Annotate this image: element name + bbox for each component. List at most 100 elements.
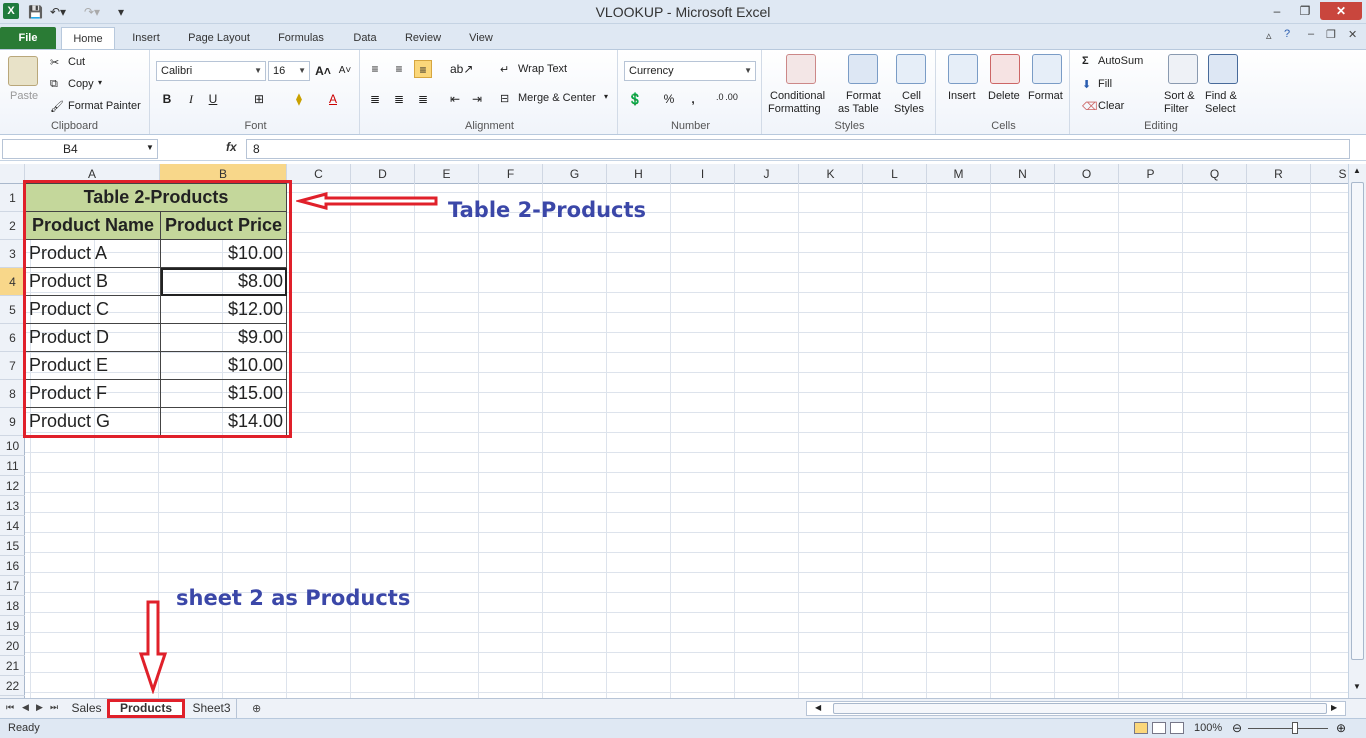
zoom-out-icon[interactable]: ⊖ <box>1232 721 1242 735</box>
row-header[interactable]: 15 <box>0 536 25 556</box>
column-header[interactable]: P <box>1119 164 1183 184</box>
column-header[interactable]: G <box>543 164 607 184</box>
font-color-icon[interactable]: A <box>324 90 342 108</box>
row-header[interactable]: 8 <box>0 380 25 408</box>
page-layout-view-icon[interactable] <box>1152 722 1166 734</box>
sheet-tab-sheet3[interactable]: Sheet3 <box>187 699 237 718</box>
wrap-text-button[interactable]: Wrap Text <box>518 63 567 75</box>
select-all-corner[interactable] <box>0 164 25 184</box>
conditional-formatting-label-1[interactable]: Conditional <box>770 90 825 102</box>
number-format-select[interactable]: Currency ▼ <box>624 61 756 81</box>
column-header[interactable]: N <box>991 164 1055 184</box>
row-header[interactable]: 18 <box>0 596 25 616</box>
zoom-slider-thumb[interactable] <box>1292 722 1298 734</box>
formula-input[interactable]: 8 <box>246 139 1350 159</box>
scroll-right-icon[interactable]: ▶ <box>1331 703 1337 712</box>
shrink-font-icon[interactable]: A˅ <box>336 62 354 80</box>
cell-styles-icon[interactable] <box>896 54 926 84</box>
row-header[interactable]: 4 <box>0 268 25 296</box>
format-as-table-label-2[interactable]: as Table <box>838 103 879 115</box>
bold-button[interactable]: B <box>158 90 176 108</box>
column-header[interactable]: S <box>1311 164 1348 184</box>
cell-styles-label-2[interactable]: Styles <box>894 103 924 115</box>
row-header[interactable]: 19 <box>0 616 25 636</box>
minimize-button[interactable]: – <box>1263 2 1291 20</box>
column-header[interactable]: L <box>863 164 927 184</box>
align-top-icon[interactable]: ≡ <box>366 60 384 78</box>
tab-review[interactable]: Review <box>396 27 450 49</box>
decrease-indent-icon[interactable]: ⇤ <box>446 90 464 108</box>
find-select-icon[interactable] <box>1208 54 1238 84</box>
borders-icon[interactable]: ⊞ <box>250 90 268 108</box>
align-right-icon[interactable]: ≣ <box>414 90 432 108</box>
copy-button[interactable]: Copy <box>68 78 94 90</box>
row-header[interactable]: 13 <box>0 496 25 516</box>
fill-button[interactable]: Fill <box>1098 78 1112 90</box>
insert-cells-icon[interactable] <box>948 54 978 84</box>
insert-function-icon[interactable]: fx <box>226 140 237 154</box>
accounting-format-icon[interactable]: 💲 <box>626 90 644 108</box>
merge-center-button[interactable]: Merge & Center <box>518 92 596 104</box>
row-header[interactable]: 9 <box>0 408 25 436</box>
align-bottom-icon[interactable]: ≡ <box>414 60 432 78</box>
comma-button[interactable]: , <box>684 90 702 108</box>
row-header[interactable]: 16 <box>0 556 25 576</box>
help-icon[interactable]: ? <box>1284 28 1290 40</box>
orientation-icon[interactable]: ab↗ <box>450 60 473 78</box>
format-cells-button[interactable]: Format <box>1028 90 1063 102</box>
tab-home[interactable]: Home <box>61 27 115 49</box>
tab-view[interactable]: View <box>458 27 504 49</box>
row-header[interactable]: 5 <box>0 296 25 324</box>
column-header[interactable]: K <box>799 164 863 184</box>
sheet-tab-products[interactable]: Products <box>107 699 185 718</box>
close-button[interactable]: ✕ <box>1320 2 1362 20</box>
delete-cells-icon[interactable] <box>990 54 1020 84</box>
tab-file[interactable]: File <box>0 27 56 49</box>
cell-styles-label-1[interactable]: Cell <box>902 90 921 102</box>
format-cells-icon[interactable] <box>1032 54 1062 84</box>
row-header[interactable]: 21 <box>0 656 25 676</box>
percent-button[interactable]: % <box>660 90 678 108</box>
conditional-formatting-label-2[interactable]: Formatting <box>768 103 821 115</box>
copy-dropdown-icon[interactable]: ▾ <box>98 78 102 87</box>
grow-font-icon[interactable]: A˄ <box>314 62 332 80</box>
normal-view-icon[interactable] <box>1134 722 1148 734</box>
autosum-button[interactable]: AutoSum <box>1098 55 1143 67</box>
align-middle-icon[interactable]: ≡ <box>390 60 408 78</box>
format-painter-icon[interactable]: 🖌 <box>50 100 64 113</box>
row-header[interactable]: 12 <box>0 476 25 496</box>
row-header[interactable]: 7 <box>0 352 25 380</box>
worksheet-grid[interactable]: A B C D E F G H I J K L M N O P Q R S 1 … <box>0 164 1348 698</box>
format-painter-button[interactable]: Format Painter <box>68 100 141 112</box>
row-header[interactable]: 10 <box>0 436 25 456</box>
restore-button[interactable]: ❐ <box>1291 2 1319 20</box>
fill-icon[interactable]: ⬇ <box>1082 78 1091 91</box>
insert-sheet-icon[interactable]: ⊕ <box>252 702 261 715</box>
sort-filter-label-1[interactable]: Sort & <box>1164 90 1195 102</box>
doc-close-icon[interactable]: ✕ <box>1348 28 1357 41</box>
page-break-view-icon[interactable] <box>1170 722 1184 734</box>
column-header[interactable]: D <box>351 164 415 184</box>
row-header[interactable]: 11 <box>0 456 25 476</box>
cut-button[interactable]: Cut <box>68 56 85 68</box>
font-size-select[interactable]: 16 ▼ <box>268 61 310 81</box>
row-header[interactable]: 17 <box>0 576 25 596</box>
find-select-label-1[interactable]: Find & <box>1205 90 1237 102</box>
increase-decimal-button[interactable]: .0 .00 <box>716 92 738 102</box>
tab-formulas[interactable]: Formulas <box>268 27 334 49</box>
column-header[interactable]: C <box>287 164 351 184</box>
sort-filter-label-2[interactable]: Filter <box>1164 103 1188 115</box>
column-header[interactable]: R <box>1247 164 1311 184</box>
column-header[interactable]: J <box>735 164 799 184</box>
minimize-ribbon-icon[interactable]: ▵ <box>1266 29 1272 42</box>
scroll-left-icon[interactable]: ◀ <box>815 703 821 712</box>
row-header[interactable]: 20 <box>0 636 25 656</box>
merge-center-icon[interactable]: ⊟ <box>500 92 509 105</box>
fill-color-icon[interactable]: ⧫ <box>290 90 308 108</box>
wrap-text-icon[interactable]: ↵ <box>500 63 509 76</box>
find-select-label-2[interactable]: Select <box>1205 103 1236 115</box>
paste-button[interactable]: Paste <box>10 90 38 102</box>
prev-sheet-icon[interactable]: ◀ <box>22 702 29 713</box>
delete-cells-button[interactable]: Delete <box>988 90 1020 102</box>
align-left-icon[interactable]: ≣ <box>366 90 384 108</box>
